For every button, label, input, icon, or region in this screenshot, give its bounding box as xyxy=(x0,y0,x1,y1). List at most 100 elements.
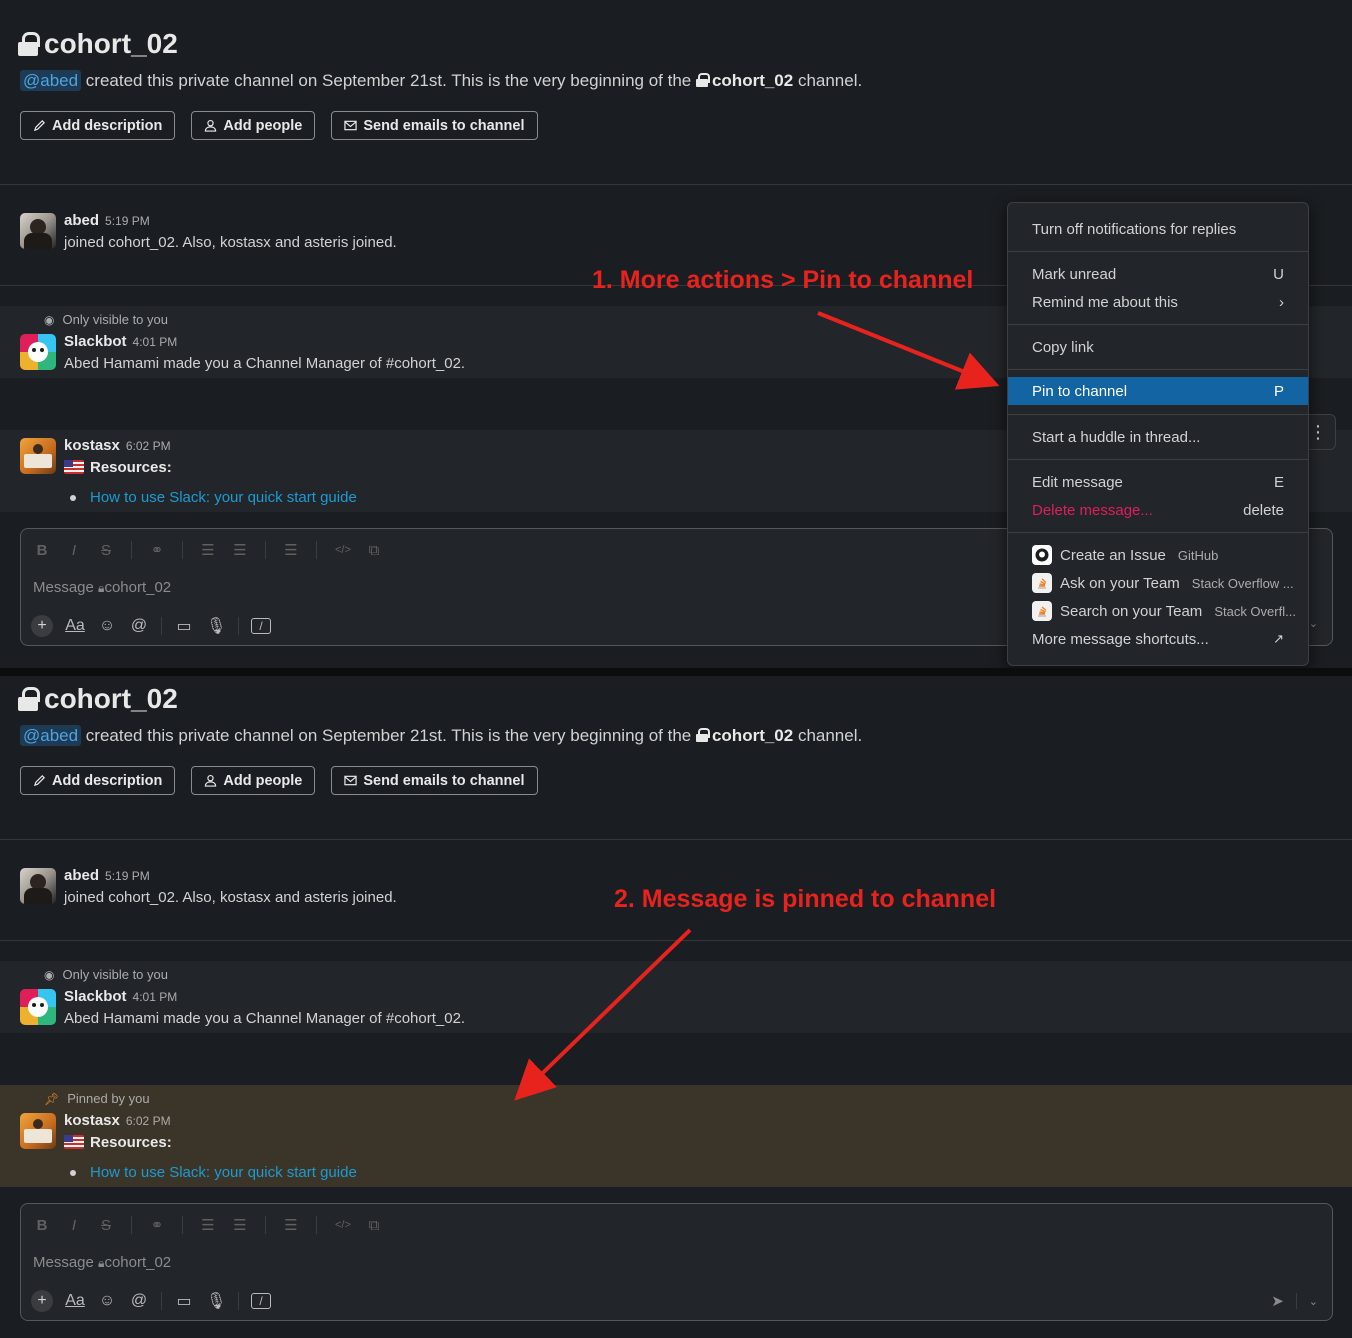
quick-start-link[interactable]: How to use Slack: your quick start guide xyxy=(90,1164,357,1181)
mention-icon[interactable]: @ xyxy=(129,617,149,635)
code-block-icon[interactable]: ⧉ xyxy=(367,1217,381,1234)
avatar[interactable] xyxy=(20,213,56,249)
italic-icon[interactable]: I xyxy=(67,1217,81,1234)
avatar[interactable] xyxy=(20,868,56,904)
italic-icon[interactable]: I xyxy=(67,542,81,559)
blockquote-icon[interactable]: ☰ xyxy=(284,1216,298,1234)
formatting-toggle[interactable]: Aa xyxy=(65,617,85,635)
slash-command-icon[interactable]: / xyxy=(251,618,271,634)
message-kostasx-pinned[interactable]: 📌︎ Pinned by you kostasx 6:02 PM Resource… xyxy=(0,1085,1352,1187)
chevron-down-icon[interactable]: ⌄ xyxy=(1309,1295,1318,1308)
timestamp[interactable]: 6:02 PM xyxy=(126,1114,171,1128)
menu-item-start-huddle[interactable]: Start a huddle in thread... xyxy=(1008,423,1308,451)
menu-item-ask-team[interactable]: Ask on your Team Stack Overflow ... xyxy=(1008,569,1308,597)
flag-emoji-icon xyxy=(64,460,84,474)
menu-item-search-team[interactable]: Search on your Team Stack Overfl... xyxy=(1008,597,1308,625)
emoji-icon[interactable]: ☺ xyxy=(97,617,117,635)
annotation-step-2: 2. Message is pinned to channel xyxy=(614,885,997,913)
plus-icon[interactable]: + xyxy=(31,615,53,637)
message-text: Resources: xyxy=(64,459,172,476)
message-slackbot[interactable]: ◉ Only visible to you Slackbot 4:01 PM Ab… xyxy=(0,961,1352,1033)
avatar[interactable] xyxy=(20,438,56,474)
channel-intro: @abed created this private channel on Se… xyxy=(20,70,862,91)
menu-label: Remind me about this xyxy=(1032,293,1178,311)
ordered-list-icon[interactable]: ☰ xyxy=(201,1216,215,1234)
add-description-button[interactable]: Add description xyxy=(20,766,176,795)
menu-item-turn-off-notifications[interactable]: Turn off notifications for replies xyxy=(1008,215,1308,243)
timestamp[interactable]: 4:01 PM xyxy=(133,990,178,1004)
slackbot-avatar[interactable] xyxy=(20,989,56,1025)
eye-icon: ◉ xyxy=(44,967,55,982)
plus-icon[interactable]: + xyxy=(31,1290,53,1312)
menu-item-delete-message[interactable]: Delete message... delete xyxy=(1008,496,1308,524)
menu-item-edit-message[interactable]: Edit message E xyxy=(1008,468,1308,496)
send-emails-button[interactable]: Send emails to channel xyxy=(331,766,538,795)
add-people-button[interactable]: Add people xyxy=(191,766,316,795)
timestamp[interactable]: 4:01 PM xyxy=(133,335,178,349)
bulleted-list-icon[interactable]: ☰ xyxy=(233,541,247,559)
lock-icon xyxy=(18,687,40,711)
avatar[interactable] xyxy=(20,1113,56,1149)
mention-link[interactable]: @abed xyxy=(20,70,82,91)
strikethrough-icon[interactable]: S xyxy=(99,542,113,559)
slash-command-icon[interactable]: / xyxy=(251,1293,271,1309)
slackbot-avatar[interactable] xyxy=(20,334,56,370)
menu-item-pin-to-channel[interactable]: Pin to channel P xyxy=(1008,377,1308,405)
menu-item-more-shortcuts[interactable]: More message shortcuts... ↗ xyxy=(1008,625,1308,653)
composer-actions: + Aa ☺ @ ▭ 🎙︎ / xyxy=(31,615,271,637)
list-item: How to use Slack: your quick start guide xyxy=(70,1164,357,1181)
username[interactable]: Slackbot xyxy=(64,988,127,1005)
link-icon[interactable]: ⚭ xyxy=(150,1216,164,1234)
message-composer[interactable]: B I S ⚭ ☰ ☰ ☰ </> ⧉ Message 🔒︎cohort_02 … xyxy=(20,1203,1333,1321)
microphone-icon[interactable]: 🎙︎ xyxy=(206,1291,226,1311)
code-icon[interactable]: </> xyxy=(335,1219,351,1231)
bold-icon[interactable]: B xyxy=(35,1217,49,1234)
bold-icon[interactable]: B xyxy=(35,542,49,559)
chevron-down-icon[interactable]: ⌄ xyxy=(1309,617,1318,630)
menu-label: Delete message... xyxy=(1032,501,1153,519)
menu-item-create-issue[interactable]: Create an Issue GitHub xyxy=(1008,541,1308,569)
mention-link[interactable]: @abed xyxy=(20,725,82,746)
code-block-icon[interactable]: ⧉ xyxy=(367,542,381,559)
username[interactable]: Slackbot xyxy=(64,333,127,350)
quick-start-link[interactable]: How to use Slack: your quick start guide xyxy=(90,489,357,506)
username[interactable]: kostasx xyxy=(64,1112,120,1129)
app-name: Stack Overfl... xyxy=(1214,603,1296,619)
formatting-toggle[interactable]: Aa xyxy=(65,1292,85,1310)
microphone-icon[interactable]: 🎙︎ xyxy=(206,616,226,636)
timestamp[interactable]: 5:19 PM xyxy=(105,214,150,228)
app-name: GitHub xyxy=(1177,547,1219,563)
username[interactable]: abed xyxy=(64,212,99,229)
blockquote-icon[interactable]: ☰ xyxy=(284,541,298,559)
video-icon[interactable]: ▭ xyxy=(174,1291,194,1311)
username[interactable]: abed xyxy=(64,867,99,884)
add-description-button[interactable]: Add description xyxy=(20,111,176,140)
link-icon[interactable]: ⚭ xyxy=(150,541,164,559)
menu-item-remind[interactable]: Remind me about this › xyxy=(1008,288,1308,316)
timestamp[interactable]: 6:02 PM xyxy=(126,439,171,453)
pinned-note-text: Pinned by you xyxy=(67,1091,150,1106)
resources-label: Resources: xyxy=(90,459,172,476)
add-people-button[interactable]: Add people xyxy=(191,111,316,140)
send-emails-button[interactable]: Send emails to channel xyxy=(331,111,538,140)
external-link-icon: ↗ xyxy=(1273,631,1284,646)
code-icon[interactable]: </> xyxy=(335,544,351,556)
video-icon[interactable]: ▭ xyxy=(174,616,194,636)
timestamp[interactable]: 5:19 PM xyxy=(105,869,150,883)
strikethrough-icon[interactable]: S xyxy=(99,1217,113,1234)
menu-item-mark-unread[interactable]: Mark unread U xyxy=(1008,260,1308,288)
visibility-note: ◉ Only visible to you xyxy=(44,967,168,982)
shortcut-key: P xyxy=(1273,382,1284,400)
send-icon[interactable]: ➤ xyxy=(1271,1292,1284,1310)
mention-icon[interactable]: @ xyxy=(129,1292,149,1310)
message-input[interactable]: Message 🔒︎cohort_02 xyxy=(33,579,171,596)
menu-item-copy-link[interactable]: Copy link xyxy=(1008,333,1308,361)
ordered-list-icon[interactable]: ☰ xyxy=(201,541,215,559)
bulleted-list-icon[interactable]: ☰ xyxy=(233,1216,247,1234)
emoji-icon[interactable]: ☺ xyxy=(97,1292,117,1310)
message-input[interactable]: Message 🔒︎cohort_02 xyxy=(33,1254,171,1271)
menu-label: Copy link xyxy=(1032,338,1094,356)
add-description-label: Add description xyxy=(52,772,163,789)
username[interactable]: kostasx xyxy=(64,437,120,454)
menu-label: Edit message xyxy=(1032,473,1123,491)
